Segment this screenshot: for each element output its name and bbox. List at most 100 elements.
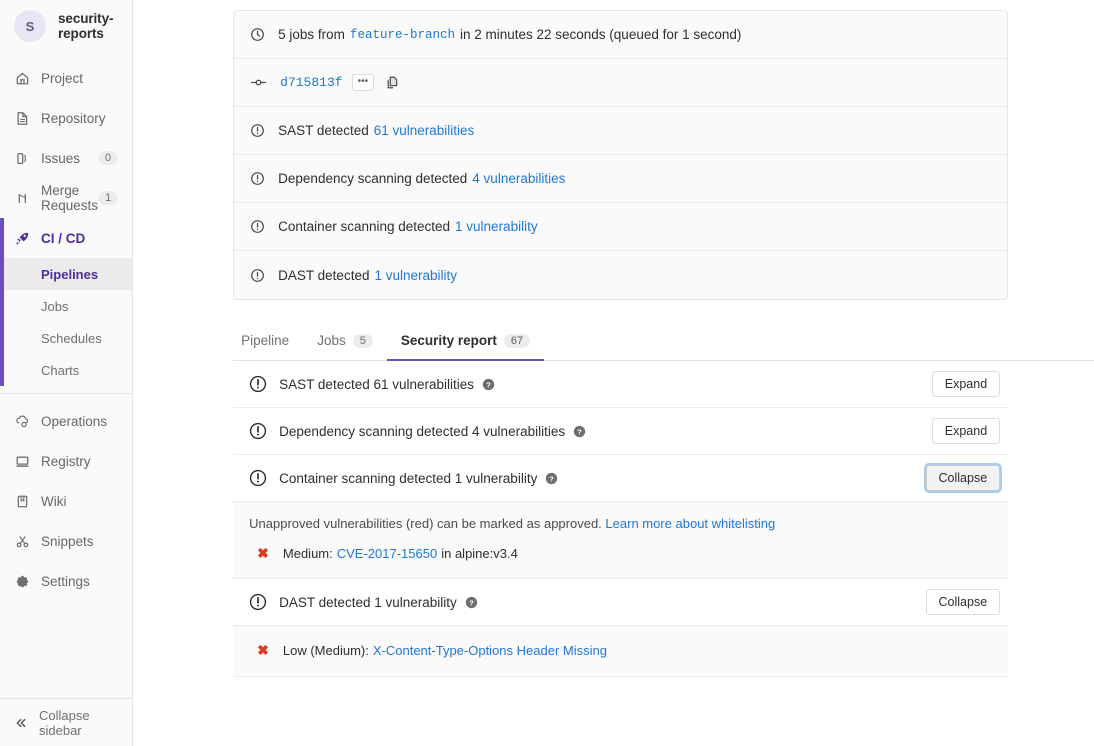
branch-link[interactable]: feature-branch	[350, 28, 455, 42]
avatar: S	[14, 10, 46, 42]
operations-icon	[14, 413, 30, 429]
tab-label: Security report	[401, 333, 497, 348]
project-brand[interactable]: S security-reports	[0, 0, 132, 52]
sidebar-item-label: Operations	[41, 414, 118, 429]
sidebar-item-project[interactable]: Project	[0, 58, 132, 98]
document-icon	[14, 110, 30, 126]
sidebar-item-wiki[interactable]: Wiki	[0, 481, 132, 521]
sidebar-item-schedules[interactable]: Schedules	[0, 322, 132, 354]
merge-request-icon	[14, 190, 30, 206]
tab-badge: 67	[504, 334, 530, 348]
tab-pipeline[interactable]: Pipeline	[233, 323, 303, 361]
vulnerability-location: in alpine:v3.4	[441, 546, 518, 561]
sidebar-item-settings[interactable]: Settings	[0, 561, 132, 601]
sidebar-item-label: Wiki	[41, 494, 118, 509]
sidebar-divider	[0, 393, 132, 394]
help-circle-icon[interactable]: ?	[545, 472, 558, 485]
sidebar-item-merge-requests[interactable]: Merge Requests 1	[0, 178, 132, 218]
svg-text:?: ?	[577, 427, 582, 436]
help-circle-icon[interactable]: ?	[482, 378, 495, 391]
report-row-label: Dependency scanning detected 4 vulnerabi…	[279, 424, 565, 439]
tab-label: Jobs	[317, 333, 346, 348]
clock-icon	[250, 27, 265, 42]
collapse-button-container-scanning[interactable]: Collapse	[926, 465, 1001, 491]
collapse-button-dast[interactable]: Collapse	[926, 589, 1001, 615]
summary-row-container-scanning: Container scanning detected 1 vulnerabil…	[234, 203, 1007, 251]
wiki-icon	[14, 493, 30, 509]
warning-circle-icon	[249, 375, 267, 393]
merge-requests-count-badge: 1	[98, 191, 118, 205]
container-scanning-panel: Unapproved vulnerabilities (red) can be …	[233, 502, 1008, 579]
report-row-label: SAST detected 61 vulnerabilities	[279, 377, 474, 392]
summary-count-link[interactable]: 1 vulnerability	[374, 268, 457, 283]
sidebar-item-label: Merge Requests	[41, 183, 98, 213]
pipeline-tabs: Pipeline Jobs 5 Security report 67	[233, 323, 1094, 361]
pipeline-jobs-prefix: 5 jobs from	[278, 27, 345, 42]
sidebar-item-label: Project	[41, 71, 118, 86]
report-row-label: Container scanning detected 1 vulnerabil…	[279, 471, 537, 486]
vulnerability-item-container: ✖ Medium: CVE-2017-15650 in alpine:v3.4	[249, 545, 992, 562]
expand-commit-message-button[interactable]: •••	[352, 74, 375, 91]
summary-label: Dependency scanning detected	[278, 171, 467, 186]
dast-panel: ✖ Low (Medium): X-Content-Type-Options H…	[233, 626, 1008, 677]
issues-icon	[14, 150, 30, 166]
summary-row-dependency-scanning: Dependency scanning detected 4 vulnerabi…	[234, 155, 1007, 203]
whitelisting-learn-more-link[interactable]: Learn more about whitelisting	[605, 516, 775, 531]
summary-count-link[interactable]: 4 vulnerabilities	[472, 171, 565, 186]
report-row-dependency-scanning: Dependency scanning detected 4 vulnerabi…	[233, 408, 1008, 455]
sidebar-item-jobs[interactable]: Jobs	[0, 290, 132, 322]
main-content: 5 jobs from feature-branch in 2 minutes …	[133, 0, 1094, 746]
expand-button-dependency-scanning[interactable]: Expand	[932, 418, 1000, 444]
vulnerability-cve-link[interactable]: CVE-2017-15650	[337, 546, 437, 561]
vulnerability-severity: Low (Medium):	[283, 643, 369, 658]
whitelisting-note-text: Unapproved vulnerabilities (red) can be …	[249, 516, 602, 531]
commit-node-icon	[250, 75, 267, 90]
summary-count-link[interactable]: 61 vulnerabilities	[374, 123, 475, 138]
report-row-dast: DAST detected 1 vulnerability ? Collapse	[233, 579, 1008, 626]
pipeline-commit-row: d715813f •••	[234, 59, 1007, 107]
summary-label: SAST detected	[278, 123, 369, 138]
commit-sha-link[interactable]: d715813f	[280, 75, 342, 90]
sidebar-item-snippets[interactable]: Snippets	[0, 521, 132, 561]
report-row-text-wrap: Container scanning detected 1 vulnerabil…	[279, 471, 925, 486]
summary-row-sast: SAST detected 61 vulnerabilities	[234, 107, 1007, 155]
warning-circle-icon	[249, 469, 267, 487]
tab-security-report[interactable]: Security report 67	[387, 323, 544, 361]
warning-circle-icon	[250, 171, 265, 186]
svg-text:?: ?	[469, 598, 474, 607]
sidebar-subitem-label: Charts	[41, 363, 79, 378]
summary-count-link[interactable]: 1 vulnerability	[455, 219, 538, 234]
warning-circle-icon	[249, 593, 267, 611]
warning-circle-icon	[249, 422, 267, 440]
sidebar: S security-reports Project	[0, 0, 133, 746]
whitelisting-note: Unapproved vulnerabilities (red) can be …	[249, 516, 992, 531]
sidebar-item-repository[interactable]: Repository	[0, 98, 132, 138]
report-row-label: DAST detected 1 vulnerability	[279, 595, 457, 610]
report-row-sast: SAST detected 61 vulnerabilities ? Expan…	[233, 361, 1008, 408]
warning-circle-icon	[250, 268, 265, 283]
help-circle-icon[interactable]: ?	[465, 596, 478, 609]
report-row-text-wrap: DAST detected 1 vulnerability ?	[279, 595, 925, 610]
sidebar-item-registry[interactable]: Registry	[0, 441, 132, 481]
sidebar-item-pipelines[interactable]: Pipelines	[0, 258, 132, 290]
sidebar-item-charts[interactable]: Charts	[0, 354, 132, 386]
sidebar-item-label: CI / CD	[41, 231, 118, 246]
sidebar-item-label: Snippets	[41, 534, 118, 549]
vulnerability-name-link[interactable]: X-Content-Type-Options Header Missing	[373, 643, 607, 658]
collapse-sidebar-button[interactable]: Collapse sidebar	[0, 698, 132, 746]
sidebar-item-cicd[interactable]: CI / CD	[0, 218, 132, 258]
tab-jobs[interactable]: Jobs 5	[303, 323, 387, 361]
sidebar-item-operations[interactable]: Operations	[0, 401, 132, 441]
report-row-container-scanning: Container scanning detected 1 vulnerabil…	[233, 455, 1008, 502]
vulnerability-severity: Medium:	[283, 546, 333, 561]
copy-icon[interactable]	[385, 75, 400, 90]
snippets-icon	[14, 533, 30, 549]
sidebar-subitem-label: Jobs	[41, 299, 68, 314]
sidebar-nav: Project Repository	[0, 52, 132, 698]
expand-button-sast[interactable]: Expand	[932, 371, 1000, 397]
sidebar-item-label: Repository	[41, 111, 118, 126]
sidebar-item-issues[interactable]: Issues 0	[0, 138, 132, 178]
x-mark-icon: ✖	[257, 642, 269, 659]
warning-circle-icon	[250, 123, 265, 138]
help-circle-icon[interactable]: ?	[573, 425, 586, 438]
